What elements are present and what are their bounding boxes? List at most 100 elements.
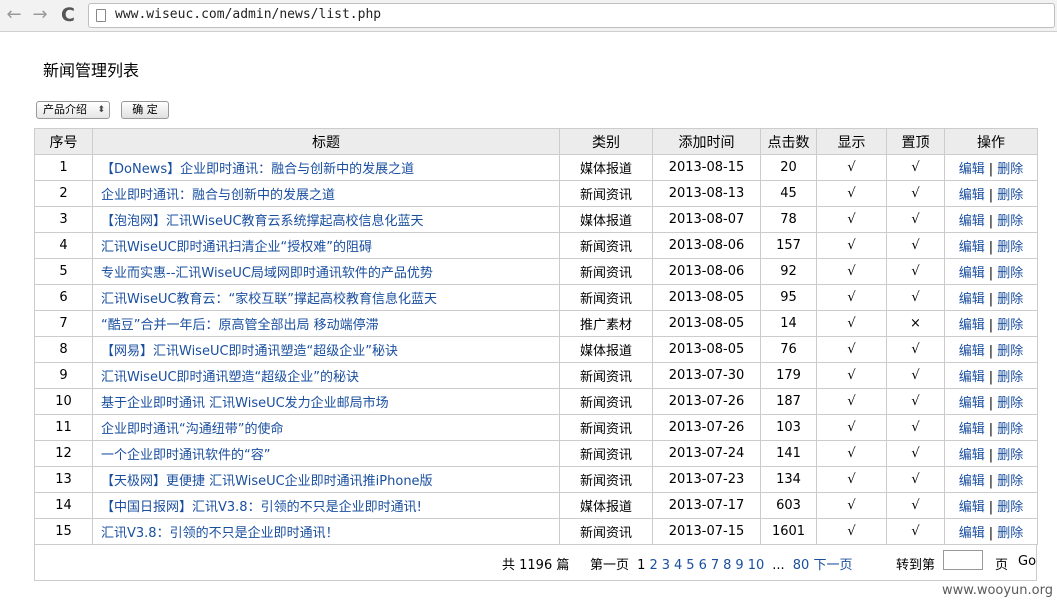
page-number-link[interactable]: 7 — [711, 558, 719, 573]
category-select[interactable]: 产品介绍 ⬍ — [36, 101, 110, 119]
row-number: 11 — [55, 420, 72, 435]
page-number-link[interactable]: 4 — [674, 558, 682, 573]
page-number-link[interactable]: 9 — [735, 558, 743, 573]
delete-link[interactable]: 删除 — [997, 292, 1023, 307]
row-date: 2013-08-07 — [668, 212, 745, 227]
news-title-link[interactable]: 汇讯WiseUC教育云：“家校互联”撑起高校教育信息化蓝天 — [101, 292, 437, 307]
edit-link[interactable]: 编辑 — [959, 214, 985, 229]
confirm-button[interactable]: 确 定 — [121, 101, 169, 119]
goto-page-input[interactable] — [943, 550, 983, 570]
edit-link[interactable]: 编辑 — [959, 266, 985, 281]
show-status-cell: √ — [816, 362, 887, 389]
edit-link[interactable]: 编辑 — [959, 344, 985, 359]
edit-link[interactable]: 编辑 — [959, 396, 985, 411]
row-clicks: 603 — [776, 498, 801, 513]
row-category: 新闻资讯 — [579, 188, 632, 203]
row-clicks: 14 — [780, 316, 797, 331]
action-separator: | — [988, 370, 994, 385]
edit-link[interactable]: 编辑 — [959, 526, 985, 541]
row-category: 新闻资讯 — [579, 266, 632, 281]
row-number: 2 — [59, 186, 68, 201]
row-category: 新闻资讯 — [579, 474, 632, 489]
edit-link[interactable]: 编辑 — [959, 448, 985, 463]
row-clicks-cell: 20 — [760, 154, 817, 181]
next-page-link[interactable]: 下一页 — [813, 558, 852, 573]
row-clicks-cell: 14 — [760, 310, 817, 337]
row-category-cell: 新闻资讯 — [559, 518, 653, 545]
delete-link[interactable]: 删除 — [997, 526, 1023, 541]
news-title-link[interactable]: 基于企业即时通讯 汇讯WiseUC发力企业邮局市场 — [101, 396, 389, 411]
edit-link[interactable]: 编辑 — [959, 292, 985, 307]
column-header: 操作 — [944, 128, 1038, 155]
go-button[interactable]: Go — [1018, 554, 1036, 569]
delete-link[interactable]: 删除 — [997, 370, 1023, 385]
row-number: 4 — [59, 238, 68, 253]
news-title-link-cell: 【天极网】更便捷 汇讯WiseUC企业即时通讯推iPhone版 — [92, 466, 560, 493]
row-clicks: 45 — [780, 186, 797, 201]
delete-link[interactable]: 删除 — [997, 448, 1023, 463]
news-title-link[interactable]: 汇讯WiseUC即时通讯塑造“超级企业”的秘诀 — [101, 370, 359, 385]
news-title-link[interactable]: 【DoNews】企业即时通讯：融合与创新中的发展之道 — [101, 162, 414, 177]
page-number-link[interactable]: 8 — [723, 558, 731, 573]
news-title-link[interactable]: 汇讯WiseUC即时通讯扫清企业“授权难”的阻碍 — [101, 240, 372, 255]
edit-link[interactable]: 编辑 — [959, 318, 985, 333]
url-text[interactable]: www.wiseuc.com/admin/news/list.php — [115, 7, 381, 22]
delete-link[interactable]: 删除 — [997, 500, 1023, 515]
row-date-cell: 2013-07-23 — [652, 466, 761, 493]
news-title-link[interactable]: 汇讯V3.8：引领的不只是企业即时通讯！ — [101, 526, 339, 541]
delete-link[interactable]: 删除 — [997, 188, 1023, 203]
edit-link[interactable]: 编辑 — [959, 162, 985, 177]
page-number-link[interactable]: 10 — [748, 558, 765, 573]
back-arrow-icon[interactable]: ← — [4, 5, 24, 25]
delete-link[interactable]: 删除 — [997, 474, 1023, 489]
first-page-link[interactable]: 第一页 — [590, 558, 629, 573]
address-bar[interactable]: www.wiseuc.com/admin/news/list.php — [88, 3, 1055, 28]
news-title-link[interactable]: 企业即时通讯“沟通纽带”的使命 — [101, 422, 283, 437]
edit-link[interactable]: 编辑 — [959, 474, 985, 489]
news-title-link[interactable]: 【泡泡网】汇讯WiseUC教育云系统撑起高校信息化蓝天 — [101, 214, 424, 229]
edit-link[interactable]: 编辑 — [959, 240, 985, 255]
top-status: √ — [911, 368, 920, 383]
news-title-link[interactable]: 专业而实惠--汇讯WiseUC局域网即时通讯软件的产品优势 — [101, 266, 433, 281]
delete-link[interactable]: 删除 — [997, 266, 1023, 281]
action-separator: | — [988, 500, 994, 515]
forward-arrow-icon[interactable]: → — [30, 5, 50, 25]
news-title-link[interactable]: 【天极网】更便捷 汇讯WiseUC企业即时通讯推iPhone版 — [101, 474, 433, 489]
news-title-link[interactable]: “酷豆”合并一年后：原高管全部出局 移动端停滞 — [101, 318, 379, 333]
news-title-link[interactable]: 【网易】汇讯WiseUC即时通讯塑造“超级企业”秘诀 — [101, 344, 398, 359]
edit-link[interactable]: 编辑 — [959, 188, 985, 203]
edit-link[interactable]: 编辑 — [959, 370, 985, 385]
show-status-cell: √ — [816, 388, 887, 415]
delete-link[interactable]: 删除 — [997, 422, 1023, 437]
last-page-link[interactable]: 80 — [793, 558, 810, 573]
delete-link[interactable]: 删除 — [997, 344, 1023, 359]
delete-link[interactable]: 删除 — [997, 214, 1023, 229]
row-number-cell: 6 — [34, 284, 93, 311]
reload-icon[interactable]: C — [58, 5, 78, 25]
page-number-link[interactable]: 6 — [699, 558, 707, 573]
delete-link[interactable]: 删除 — [997, 318, 1023, 333]
row-number: 13 — [55, 472, 72, 487]
row-category: 新闻资讯 — [579, 292, 632, 307]
row-category-cell: 新闻资讯 — [559, 414, 653, 441]
news-title-link[interactable]: 企业即时通讯：融合与创新中的发展之道 — [101, 188, 335, 203]
row-category: 新闻资讯 — [579, 240, 632, 255]
news-title-link[interactable]: 【中国日报网】汇讯V3.8：引领的不只是企业即时通讯! — [101, 500, 422, 515]
row-actions: 编辑 | 删除 — [944, 388, 1038, 415]
top-status-cell: √ — [886, 466, 945, 493]
page-number-link[interactable]: 3 — [662, 558, 670, 573]
news-title-link[interactable]: 一个企业即时通讯软件的“容” — [101, 448, 270, 463]
top-status-cell: √ — [886, 388, 945, 415]
page-number-link[interactable]: 2 — [649, 558, 657, 573]
row-actions: 编辑 | 删除 — [944, 518, 1038, 545]
action-separator: | — [988, 318, 994, 333]
delete-link[interactable]: 删除 — [997, 240, 1023, 255]
row-number-cell: 10 — [34, 388, 93, 415]
edit-link[interactable]: 编辑 — [959, 500, 985, 515]
page-number-link[interactable]: 5 — [686, 558, 694, 573]
delete-link[interactable]: 删除 — [997, 162, 1023, 177]
row-clicks-cell: 95 — [760, 284, 817, 311]
show-status: √ — [847, 186, 856, 201]
delete-link[interactable]: 删除 — [997, 396, 1023, 411]
edit-link[interactable]: 编辑 — [959, 422, 985, 437]
